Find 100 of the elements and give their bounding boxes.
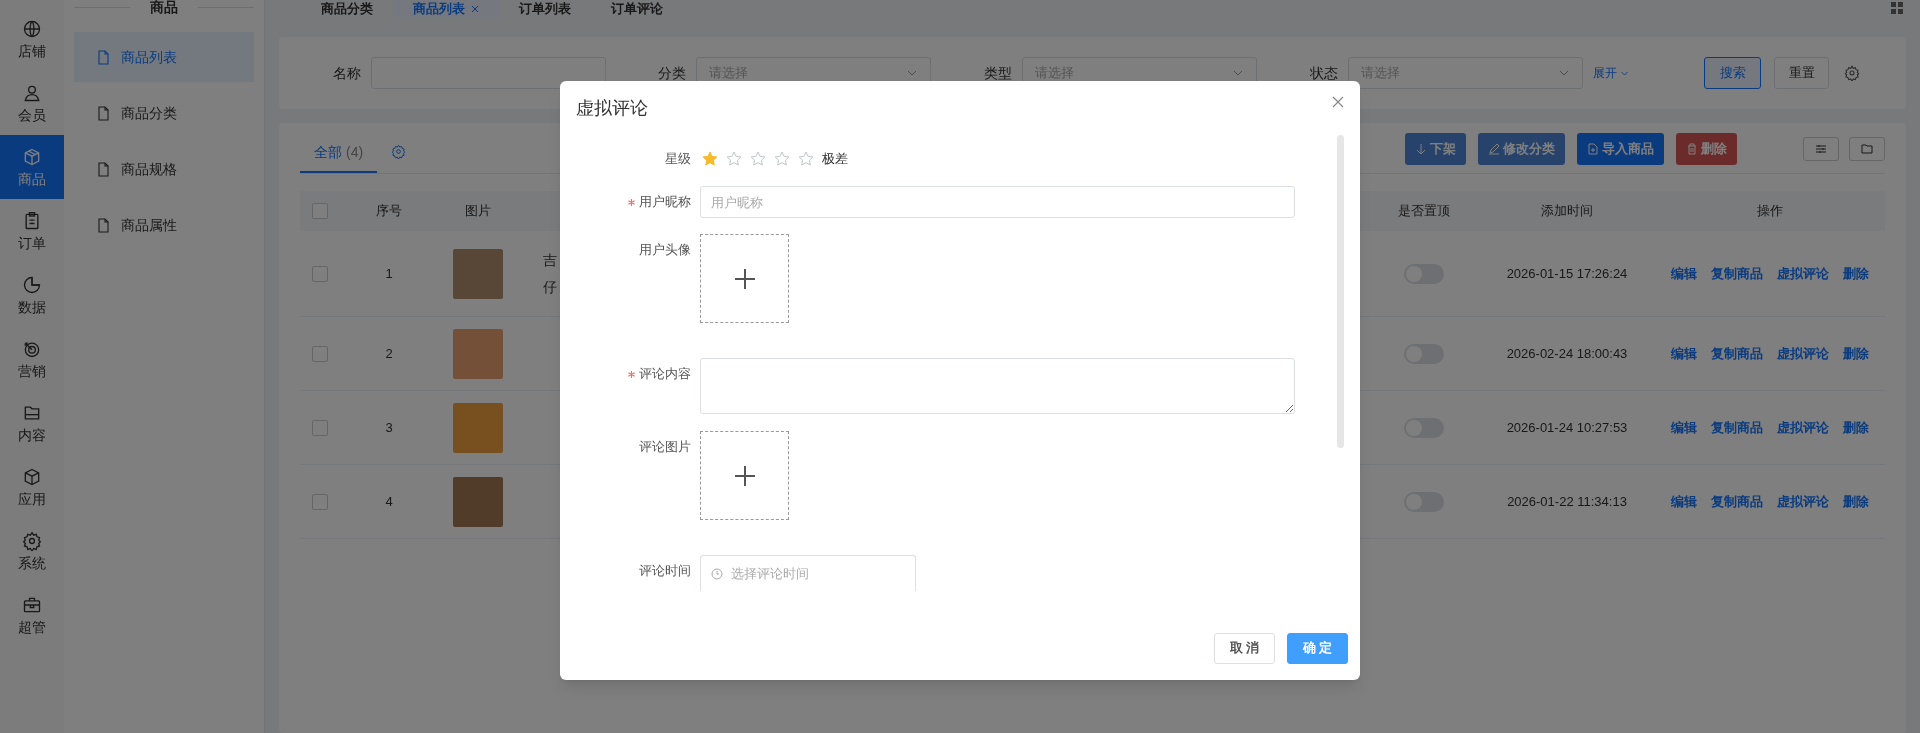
box-icon bbox=[22, 147, 42, 167]
submenu-title: 商品 bbox=[150, 0, 178, 14]
settings-icon bbox=[22, 531, 42, 551]
folder-button[interactable] bbox=[1849, 137, 1885, 161]
submenu-item[interactable]: 商品列表 bbox=[74, 32, 254, 82]
star-icon[interactable] bbox=[702, 151, 718, 167]
cancel-button[interactable]: 取 消 bbox=[1214, 632, 1275, 664]
submenu-item[interactable]: 商品分类 bbox=[74, 88, 254, 138]
nav-item[interactable]: 内容 bbox=[0, 391, 64, 455]
text-field[interactable]: 用户昵称 bbox=[700, 186, 1295, 218]
action-link[interactable]: 编辑 bbox=[1671, 417, 1697, 438]
trash-icon bbox=[1686, 143, 1698, 155]
page-tab[interactable]: 商品列表 bbox=[393, 0, 499, 17]
filter-label: 分类 bbox=[657, 63, 687, 83]
checkbox[interactable] bbox=[312, 345, 328, 362]
checkbox[interactable] bbox=[312, 493, 328, 510]
table-cell-text: 2026-01-24 10:27:53 bbox=[1506, 418, 1628, 437]
action-link[interactable]: 删除 bbox=[1843, 343, 1869, 364]
checkbox[interactable] bbox=[312, 265, 328, 282]
action-link[interactable]: 复制商品 bbox=[1711, 343, 1763, 364]
field-label: 评论时间 bbox=[639, 562, 691, 581]
field-label: 用户头像 bbox=[639, 241, 691, 260]
required-asterisk-icon bbox=[628, 198, 635, 206]
photo-placeholder bbox=[453, 402, 503, 453]
document-icon bbox=[1587, 143, 1599, 155]
nav-item[interactable]: 订单 bbox=[0, 199, 64, 263]
list-tab[interactable]: 全部 (4) bbox=[300, 133, 378, 173]
grid-icon[interactable] bbox=[1891, 2, 1903, 14]
page-tab[interactable]: 订单评论 bbox=[591, 0, 683, 17]
column-settings-button[interactable] bbox=[1803, 137, 1839, 161]
action-link[interactable]: 删除 bbox=[1843, 491, 1869, 512]
star-icon[interactable] bbox=[726, 151, 742, 167]
reset-button[interactable]: 重置 bbox=[1774, 57, 1829, 89]
nav-item[interactable]: 超管 bbox=[0, 583, 64, 647]
upload-box[interactable] bbox=[700, 234, 789, 323]
action-link[interactable]: 编辑 bbox=[1671, 491, 1697, 512]
action-link[interactable]: 编辑 bbox=[1671, 343, 1697, 364]
action-link[interactable]: 复制商品 bbox=[1711, 263, 1763, 284]
page-tab[interactable]: 商品分类 bbox=[301, 0, 393, 17]
close-icon[interactable] bbox=[1332, 96, 1344, 108]
field-label: 评论内容 bbox=[639, 365, 691, 384]
action-link[interactable]: 复制商品 bbox=[1711, 417, 1763, 438]
action-link[interactable]: 虚拟评论 bbox=[1777, 417, 1829, 438]
pen-icon bbox=[1488, 143, 1500, 155]
document-icon bbox=[96, 217, 111, 233]
action-link[interactable]: 删除 bbox=[1843, 417, 1869, 438]
filter-label: 名称 bbox=[332, 63, 362, 83]
nav-item[interactable]: 系统 bbox=[0, 519, 64, 583]
plus-icon bbox=[733, 267, 756, 290]
star-icon[interactable] bbox=[750, 151, 766, 167]
nav-item[interactable]: 营销 bbox=[0, 327, 64, 391]
date-time-field[interactable]: 选择评论时间 bbox=[700, 555, 916, 591]
pie-chart-icon bbox=[22, 275, 42, 295]
scrollbar[interactable] bbox=[1337, 135, 1344, 448]
action-link[interactable]: 虚拟评论 bbox=[1777, 491, 1829, 512]
nav-item[interactable]: 应用 bbox=[0, 455, 64, 519]
action-link[interactable]: 虚拟评论 bbox=[1777, 343, 1829, 364]
action-link[interactable]: 编辑 bbox=[1671, 263, 1697, 284]
nav-item[interactable]: 数据 bbox=[0, 263, 64, 327]
filter-label: 状态 bbox=[1309, 63, 1339, 83]
photo-placeholder bbox=[453, 476, 503, 527]
plus-icon bbox=[733, 464, 756, 487]
star-icon[interactable] bbox=[798, 151, 814, 167]
clock-icon bbox=[711, 567, 723, 580]
toolbar-button[interactable]: 导入商品 bbox=[1577, 133, 1664, 165]
text-area[interactable] bbox=[700, 358, 1295, 414]
star-icon[interactable] bbox=[774, 151, 790, 167]
checkbox[interactable] bbox=[312, 419, 328, 436]
expand-link[interactable]: 展开 bbox=[1593, 64, 1629, 82]
rating-text: 极差 bbox=[822, 150, 848, 168]
action-link[interactable]: 虚拟评论 bbox=[1777, 263, 1829, 284]
close-icon[interactable] bbox=[471, 4, 479, 13]
field-label: 评论图片 bbox=[639, 438, 691, 457]
search-button[interactable]: 搜索 bbox=[1704, 57, 1761, 89]
folder-icon bbox=[1861, 143, 1873, 155]
nav-item[interactable]: 店铺 bbox=[0, 7, 64, 71]
nav-item[interactable]: 会员 bbox=[0, 71, 64, 135]
checkbox[interactable] bbox=[312, 203, 328, 219]
table-cell-text: 2 bbox=[385, 344, 393, 363]
star-rating[interactable] bbox=[700, 149, 816, 169]
page-tab[interactable]: 订单列表 bbox=[499, 0, 591, 17]
photo-placeholder bbox=[453, 328, 503, 379]
table-cell-text: 4 bbox=[385, 492, 393, 511]
arrow-down-icon bbox=[1415, 143, 1427, 155]
settings-icon[interactable] bbox=[391, 144, 407, 159]
product-name: 吉 bbox=[543, 250, 557, 270]
photo-placeholder bbox=[453, 248, 503, 299]
submenu-item[interactable]: 商品属性 bbox=[74, 200, 254, 250]
action-link[interactable]: 复制商品 bbox=[1711, 491, 1763, 512]
confirm-button[interactable]: 确 定 bbox=[1287, 632, 1348, 664]
sliders-icon bbox=[1815, 143, 1827, 155]
upload-box[interactable] bbox=[700, 431, 789, 520]
submenu-item[interactable]: 商品规格 bbox=[74, 144, 254, 194]
settings-icon[interactable] bbox=[1844, 65, 1860, 81]
nav-item[interactable]: 商品 bbox=[0, 135, 64, 199]
action-link[interactable]: 删除 bbox=[1843, 263, 1869, 284]
table-cell-text: 2026-02-24 18:00:43 bbox=[1506, 344, 1628, 363]
field-label: 星级 bbox=[665, 150, 691, 169]
column-header: 添加时间 bbox=[1541, 202, 1593, 221]
document-icon bbox=[96, 161, 111, 177]
